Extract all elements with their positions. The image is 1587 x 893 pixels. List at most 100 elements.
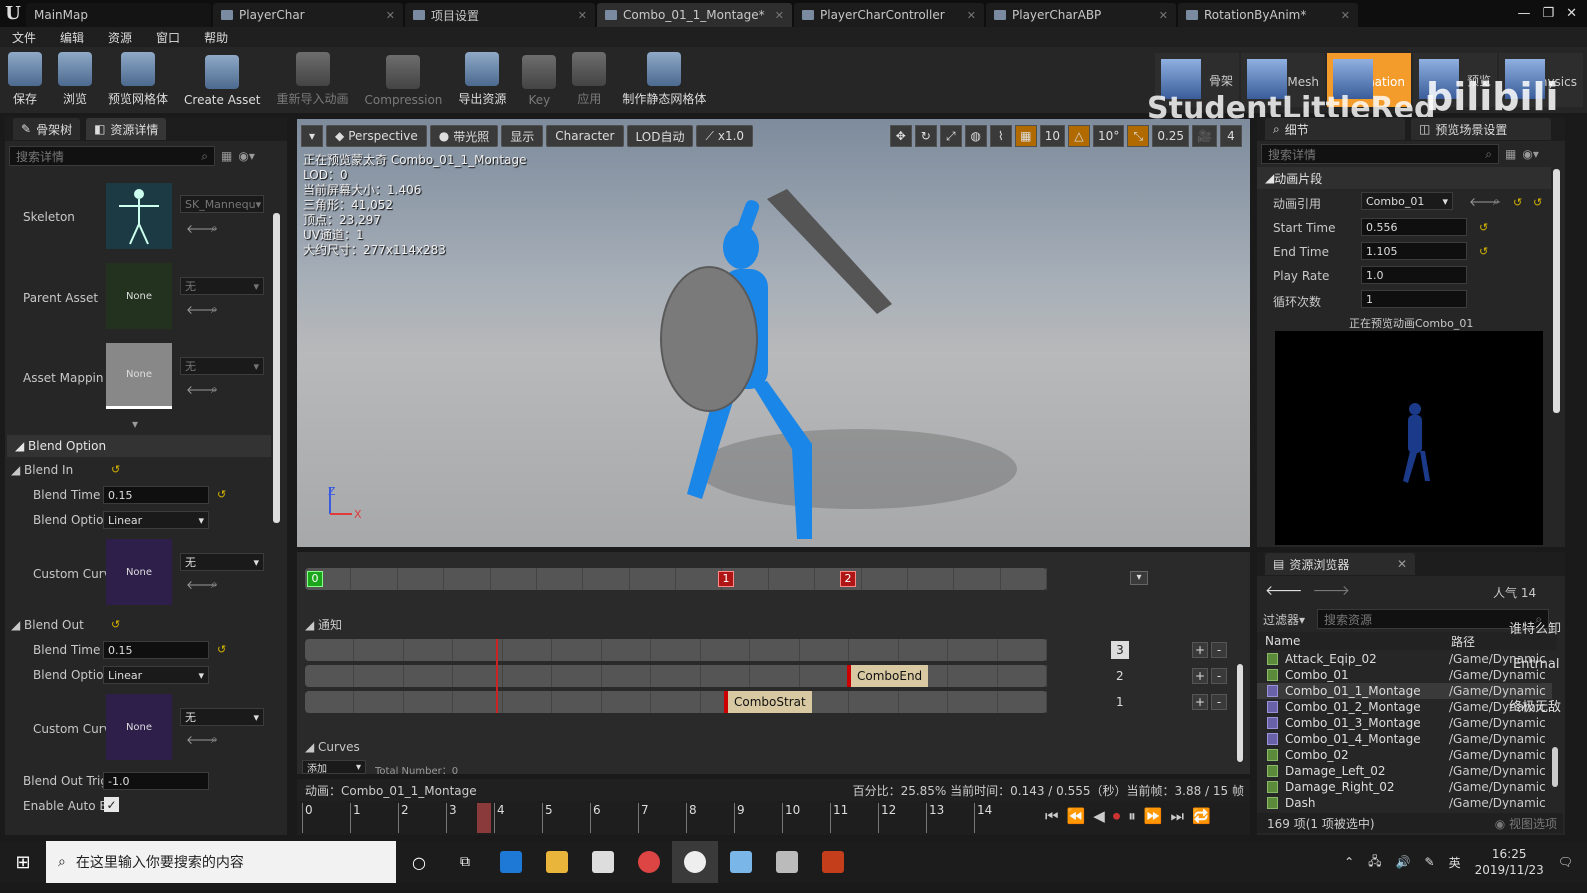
reset-arrow-icon[interactable]: ↺ xyxy=(111,618,120,631)
browse-magnifier-icon[interactable]: ⌕ xyxy=(211,577,218,592)
volume-icon[interactable]: 🔊 xyxy=(1396,855,1411,869)
notify-combo-end[interactable]: ComboEnd xyxy=(847,665,929,687)
reset-arrow-icon[interactable]: ↺ xyxy=(1513,196,1522,209)
add-curve-button[interactable]: 添加 ▾ xyxy=(302,760,366,774)
left-scrollbar[interactable] xyxy=(273,213,280,523)
close-icon[interactable]: ✕ xyxy=(967,9,976,22)
browse-magnifier-icon[interactable]: ⌕ xyxy=(211,382,218,397)
tab-project-settings[interactable]: 项目设置 ✕ xyxy=(405,3,595,27)
key-button[interactable]: Key xyxy=(514,49,564,107)
close-icon[interactable]: ✕ xyxy=(775,9,784,22)
tab-combo-montage[interactable]: Combo_01_1_Montage* ✕ xyxy=(597,3,792,27)
tab-details[interactable]: ⌕ 细节 xyxy=(1265,118,1405,140)
powerpoint-icon[interactable] xyxy=(810,841,856,883)
parent-asset-select[interactable]: 无 ▾ xyxy=(180,277,264,295)
make-static-mesh-button[interactable]: 制作静态网格体 xyxy=(614,49,714,107)
add-track-plus-icon[interactable]: + xyxy=(1192,668,1208,684)
tray-expand-icon[interactable]: ⌃ xyxy=(1344,855,1354,869)
windows-start-icon[interactable]: ⊞ xyxy=(0,841,46,883)
close-icon[interactable]: ✕ xyxy=(578,9,587,22)
blend-in-curve-select[interactable]: 无 ▾ xyxy=(180,553,264,571)
create-asset-button[interactable]: Create Asset xyxy=(176,49,269,107)
add-track-plus-icon[interactable]: + xyxy=(1192,694,1208,710)
store-icon[interactable] xyxy=(580,841,626,883)
remove-track-minus-icon[interactable]: - xyxy=(1211,642,1227,658)
minimize-icon[interactable]: — xyxy=(1517,6,1530,21)
task-view-icon[interactable]: ⧉ xyxy=(442,841,488,883)
eye-icon[interactable]: ◉▾ xyxy=(238,149,255,163)
preview-viewport[interactable]: ▾ ◆ Perspective ● 带光照 显示 Character LOD自动 ⟋… xyxy=(297,119,1250,547)
reimport-button[interactable]: 重新导入动画 xyxy=(269,49,357,107)
play-reverse-icon[interactable]: ◀ xyxy=(1093,807,1105,825)
close-icon[interactable]: ✕ xyxy=(1397,557,1407,571)
step-back-icon[interactable]: ⏪ xyxy=(1067,807,1086,825)
section-marker-0[interactable]: 0 xyxy=(307,571,323,587)
menu-window[interactable]: 窗口 xyxy=(144,29,192,46)
section-track[interactable] xyxy=(305,568,1047,590)
preview-mesh-button[interactable]: 预览网格体 xyxy=(100,49,176,107)
view-options-button[interactable]: ◉ 视图选项 xyxy=(1495,815,1563,832)
tab-content-browser[interactable]: ▤ 资源浏览器 ✕ xyxy=(1265,553,1415,575)
blend-out-curve-thumbnail[interactable]: None xyxy=(106,694,172,760)
menu-help[interactable]: 帮助 xyxy=(192,29,240,46)
paint-app-icon[interactable] xyxy=(718,841,764,883)
start-time-input[interactable]: 0.556 xyxy=(1361,218,1467,236)
notification-icon[interactable]: 🗨 xyxy=(1558,855,1573,869)
back-arrow-icon[interactable]: 🡐 xyxy=(1265,582,1303,599)
reset-arrow-icon[interactable]: ↺ xyxy=(1479,221,1488,234)
end-time-input[interactable]: 1.105 xyxy=(1361,242,1467,260)
chrome-icon[interactable] xyxy=(626,841,672,883)
asset-mapping-select[interactable]: 无 ▾ xyxy=(180,357,264,375)
close-icon[interactable]: ✕ xyxy=(1341,9,1350,22)
close-window-icon[interactable]: ✕ xyxy=(1566,6,1577,21)
skeleton-thumbnail[interactable] xyxy=(106,183,172,249)
list-item-selected[interactable]: Combo_01_1_Montage/Game/Dynamic xyxy=(1257,683,1552,699)
save-button[interactable]: 保存 xyxy=(0,49,50,107)
section-marker-1[interactable]: 1 xyxy=(718,571,734,587)
reset-arrow-icon[interactable]: ↺ xyxy=(217,643,226,656)
filter-button[interactable]: 过滤器▾ xyxy=(1263,611,1305,628)
network-icon[interactable]: 🖧 xyxy=(1368,852,1381,873)
remove-track-minus-icon[interactable]: - xyxy=(1211,694,1227,710)
play-rate-input[interactable]: 1.0 xyxy=(1361,266,1467,284)
list-item[interactable]: Attack_Eqip_02/Game/Dynamic xyxy=(1257,651,1552,667)
forward-arrow-icon[interactable]: 🡒 xyxy=(1313,582,1351,599)
unreal-engine-icon[interactable] xyxy=(672,841,718,883)
blend-out-curve-select[interactable]: 无 ▾ xyxy=(180,708,264,726)
blend-in-curve-thumbnail[interactable]: None xyxy=(106,539,172,605)
tab-asset-details[interactable]: ◧ 资源详情 xyxy=(86,118,167,140)
taskbar-clock[interactable]: 16:25 2019/11/23 xyxy=(1475,846,1544,878)
apply-button[interactable]: 应用 xyxy=(564,49,614,107)
list-item[interactable]: Combo_01_3_Montage/Game/Dynamic xyxy=(1257,715,1552,731)
list-item[interactable]: Damage_Left_02/Game/Dynamic xyxy=(1257,763,1552,779)
right-search-input[interactable]: 搜索详情 ⌕ xyxy=(1261,144,1499,164)
loop-count-input[interactable]: 1 xyxy=(1361,290,1467,308)
browse-magnifier-icon[interactable]: ⌕ xyxy=(211,302,218,317)
tab-playerchar[interactable]: PlayerChar ✕ xyxy=(213,3,403,27)
browse-magnifier-icon[interactable]: ⌕ xyxy=(211,221,218,236)
expand-arrow-icon[interactable]: ▾ xyxy=(132,417,138,431)
browse-magnifier-icon[interactable]: ⌕ xyxy=(1493,194,1500,209)
record-icon[interactable]: ⏺ xyxy=(1113,807,1121,825)
taskbar-search-input[interactable]: ⌕ 在这里输入你要搜索的内容 xyxy=(46,841,396,883)
asset-list-scrollbar[interactable] xyxy=(1552,747,1558,787)
reset-arrow-icon[interactable]: ↺ xyxy=(217,488,226,501)
grid-view-icon[interactable]: ▦ xyxy=(221,149,232,163)
step-forward-icon[interactable]: ⏩ xyxy=(1144,807,1163,825)
menu-asset[interactable]: 资源 xyxy=(96,29,144,46)
reset-arrow-icon[interactable]: ↺ xyxy=(1533,196,1542,209)
playhead-scrubber[interactable] xyxy=(477,803,491,833)
right-scrollbar[interactable] xyxy=(1553,169,1560,413)
reset-arrow-icon[interactable]: ↺ xyxy=(1479,245,1488,258)
edge-browser-icon[interactable] xyxy=(488,841,534,883)
blend-option-section[interactable]: ◢ Blend Option xyxy=(7,435,271,457)
column-name[interactable]: Name xyxy=(1265,634,1300,648)
blend-out-trigger-input[interactable]: -1.0 xyxy=(103,772,209,790)
asset-mapping-thumbnail[interactable]: None xyxy=(106,343,172,409)
browse-magnifier-icon[interactable]: ⌕ xyxy=(211,732,218,747)
list-item[interactable]: Combo_01_4_Montage/Game/Dynamic xyxy=(1257,731,1552,747)
list-item[interactable]: Combo_01/Game/Dynamic xyxy=(1257,667,1552,683)
enable-auto-blend-checkbox[interactable]: ✓ xyxy=(104,797,119,812)
blend-out-header[interactable]: ◢ Blend Out xyxy=(11,618,84,632)
parent-asset-thumbnail[interactable]: None xyxy=(106,263,172,329)
